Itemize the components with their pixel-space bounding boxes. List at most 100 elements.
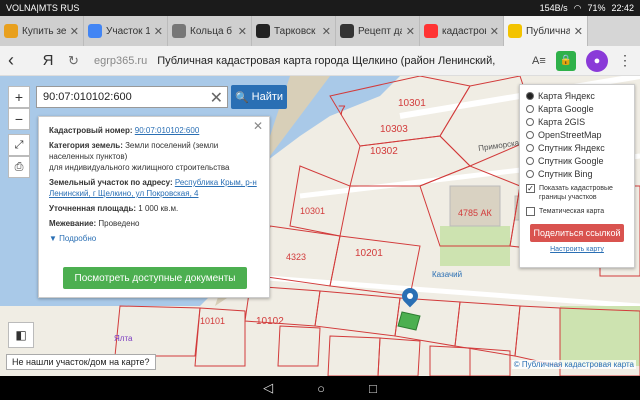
24-icon <box>340 24 354 38</box>
address-bar: ‹ Я ↻ egrp365.ru Публичная кадастровая к… <box>0 46 640 76</box>
recents-square-icon[interactable]: □ <box>369 381 377 396</box>
tab-title: Рецепт да <box>358 25 402 37</box>
map-label: 10101 <box>200 316 226 326</box>
market-icon <box>4 24 18 38</box>
not-found-button[interactable]: Не нашли участок/дом на карте? <box>6 354 156 370</box>
clear-icon[interactable]: ✕ <box>210 88 223 108</box>
more-details-label: Подробно <box>59 234 97 243</box>
configure-map-link[interactable]: Настроить карту <box>526 246 628 253</box>
zoom-out-button[interactable]: − <box>8 108 30 130</box>
close-tab-icon[interactable]: ✕ <box>154 25 163 38</box>
browser-tab[interactable]: кадастров ✕ <box>420 16 504 46</box>
zoom-in-button[interactable]: + <box>8 86 30 108</box>
radio-icon[interactable] <box>526 143 534 152</box>
clock: 22:42 <box>611 3 634 13</box>
panel-toggle-icon[interactable]: ◧ <box>8 322 34 348</box>
map-label: 10201 <box>355 248 383 259</box>
close-tab-icon[interactable]: ✕ <box>490 25 499 38</box>
plus-icon <box>256 24 270 38</box>
selected-parcel <box>397 311 421 331</box>
radio-icon[interactable] <box>526 104 534 113</box>
radio-icon[interactable] <box>526 130 534 139</box>
browser-tab[interactable]: Рецепт да ✕ <box>336 16 420 46</box>
yandex-logo[interactable]: Я <box>38 52 58 69</box>
search-input-value: 90:07:010102:600 <box>43 91 132 103</box>
tab-title: Публичная <box>526 25 570 37</box>
browser-tab[interactable]: Тарковск ✕ <box>252 16 336 46</box>
layer-option-label: Карта 2GIS <box>538 116 586 127</box>
url-host[interactable]: egrp365.ru <box>94 55 147 67</box>
back-arrow-icon[interactable]: ‹ <box>8 50 28 71</box>
map-label: 10301 <box>300 206 326 216</box>
tab-title: Тарковск <box>274 25 316 37</box>
checkbox-icon[interactable] <box>526 207 535 216</box>
yandex-icon <box>424 24 438 38</box>
close-icon[interactable]: ✕ <box>253 120 263 132</box>
close-tab-icon[interactable]: ✕ <box>238 25 247 38</box>
more-icon[interactable]: ⋮ <box>618 52 632 69</box>
tab-title: кадастров <box>442 25 486 37</box>
map-label: Казачий <box>432 270 463 279</box>
photo-icon <box>172 24 186 38</box>
back-triangle-icon[interactable]: ◁ <box>263 380 273 396</box>
map-label: 10303 <box>380 124 408 135</box>
home-circle-icon[interactable]: ○ <box>317 381 325 396</box>
layer-option-label: Карта Яндекс <box>538 90 595 101</box>
browser-tab[interactable]: Публичная ✕ <box>504 16 588 46</box>
google-icon <box>88 24 102 38</box>
page-title[interactable]: Публичная кадастровая карта города Щелки… <box>157 55 522 67</box>
lock-icon[interactable]: 🔒 <box>556 50 576 71</box>
close-tab-icon[interactable]: ✕ <box>70 25 79 38</box>
location-pin-icon[interactable] <box>398 284 422 312</box>
print-icon[interactable]: ⎙ <box>8 156 30 178</box>
radio-selected-icon[interactable] <box>526 91 534 100</box>
close-tab-icon[interactable]: ✕ <box>322 25 331 38</box>
browser-tab[interactable]: Участок 1 ✕ <box>84 16 168 46</box>
park-area-2 <box>560 306 640 366</box>
fullscreen-icon[interactable]: ⤢ <box>8 134 30 156</box>
reader-icon[interactable]: A≡ <box>532 55 546 67</box>
survey-label: Межевание: <box>49 219 97 228</box>
close-tab-icon[interactable]: ✕ <box>406 25 415 38</box>
layer-option[interactable]: Карта Яндекс <box>526 89 628 102</box>
browser-tab[interactable]: Кольца б ✕ <box>168 16 252 46</box>
layer-option[interactable]: Спутник Яндекс <box>526 141 628 154</box>
map-label: Ялта <box>114 334 133 343</box>
net-speed: 154B/s <box>539 3 568 13</box>
cad-label: Кадастровый номер: <box>49 126 133 135</box>
radio-icon[interactable] <box>526 156 534 165</box>
share-link-button[interactable]: Поделиться ссылкой <box>530 224 624 242</box>
layer-option[interactable]: Карта Google <box>526 102 628 115</box>
map-credit-link[interactable]: © Публичная кадастровая карта <box>511 360 636 369</box>
mic-icon[interactable]: ● <box>586 49 608 72</box>
layer-option[interactable]: Спутник Bing <box>526 167 628 180</box>
search-input[interactable]: 90:07:010102:600 ✕ <box>36 86 228 108</box>
close-tab-icon[interactable]: ✕ <box>574 25 583 38</box>
address-label: Земельный участок по адресу: <box>49 178 173 187</box>
map-label: 4323 <box>286 252 307 262</box>
show-borders-option[interactable]: ✓ Показать кадастровые границы участков <box>526 184 628 202</box>
search-button[interactable]: 🔍 Найти <box>231 85 287 109</box>
cad-number-link[interactable]: 90:07:010102:600 <box>135 126 200 135</box>
survey-value: Проведено <box>98 219 140 228</box>
browser-tab[interactable]: Купить зе ✕ <box>0 16 84 46</box>
carrier-text: VOLNA|MTS RUS <box>6 3 80 13</box>
layer-option[interactable]: Карта 2GIS <box>526 115 628 128</box>
layer-option-label: Спутник Bing <box>538 168 593 179</box>
tab-title: Кольца б <box>190 25 233 37</box>
layer-option[interactable]: OpenStreetMap <box>526 128 628 141</box>
reload-icon[interactable]: ↻ <box>68 53 84 69</box>
layer-option-label: Карта Google <box>538 103 594 114</box>
more-details-link[interactable]: ▼ Подробно <box>49 233 259 244</box>
radio-icon[interactable] <box>526 117 534 126</box>
checkbox-checked-icon[interactable]: ✓ <box>526 184 535 193</box>
building <box>449 185 501 227</box>
view-documents-button[interactable]: Посмотреть доступные документы <box>63 267 247 289</box>
category-purpose: для индивидуального жилищного строительс… <box>49 163 230 172</box>
category-label: Категория земель: <box>49 141 123 150</box>
layer-option[interactable]: Спутник Google <box>526 154 628 167</box>
map-canvas[interactable]: 7 10301 10303 10302 4785 АК 10201 4323 1… <box>0 76 640 376</box>
radio-icon[interactable] <box>526 169 534 178</box>
thematic-option[interactable]: Тематическая карта <box>526 205 628 218</box>
map-layers-panel: Карта Яндекс Карта Google Карта 2GIS OpenSt… <box>519 84 635 268</box>
